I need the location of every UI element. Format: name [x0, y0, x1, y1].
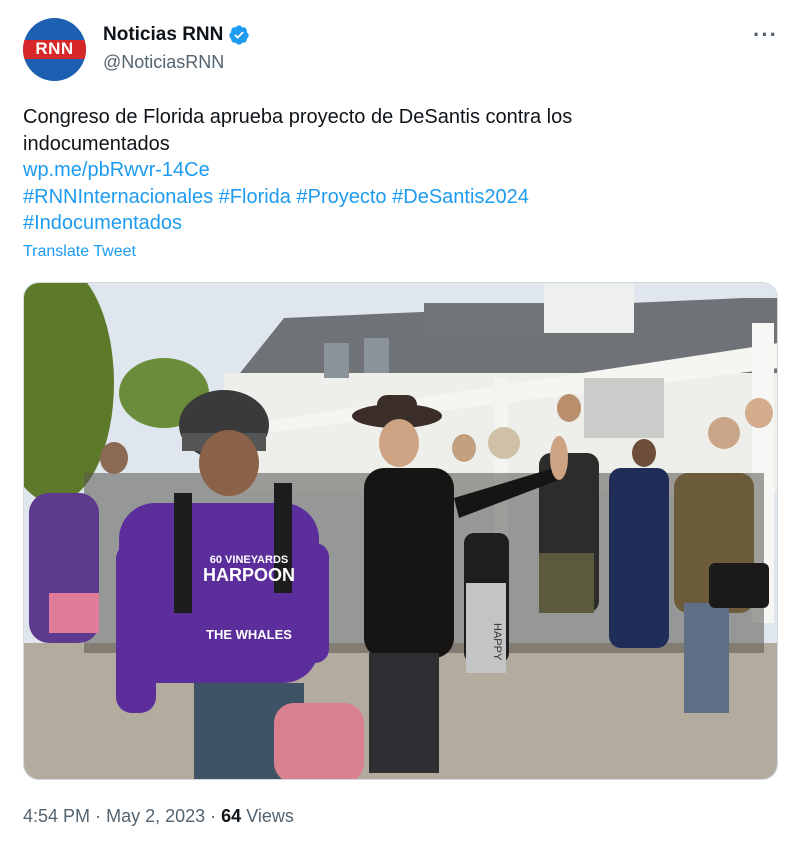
- translate-tweet-link[interactable]: Translate Tweet: [23, 243, 136, 261]
- name-row: Noticias RNN: [103, 24, 250, 46]
- display-name[interactable]: Noticias RNN: [103, 24, 223, 46]
- more-options-icon[interactable]: ···: [753, 22, 778, 48]
- avatar[interactable]: RNN: [23, 18, 86, 81]
- tweet-time[interactable]: 4:54 PM: [23, 806, 90, 826]
- shirt-text-line2: HARPOON: [203, 565, 295, 585]
- hashtag-rnninternacionales[interactable]: #RNNInternacionales: [23, 186, 213, 208]
- tweet-metadata: 4:54 PM · May 2, 2023 · 64 Views: [23, 806, 294, 827]
- photo-scene: 60 VINEYARDS HARPOON THE WHALES HAPPY: [24, 283, 777, 779]
- tweet-text-line1: Congreso de Florida aprueba proyecto de …: [23, 106, 573, 128]
- shirt-text-line3: THE WHALES: [206, 627, 292, 642]
- hashtag-indocumentados[interactable]: #Indocumentados: [23, 212, 182, 234]
- tweet-text-line2: indocumentados: [23, 132, 170, 155]
- views-label: Views: [246, 806, 294, 826]
- tweet-text: Congreso de Florida aprueba proyecto de …: [23, 104, 763, 237]
- hashtag-desantis2024[interactable]: #DeSantis2024: [392, 186, 529, 208]
- hashtag-proyecto[interactable]: #Proyecto: [297, 186, 387, 208]
- hashtag-florida[interactable]: #Florida: [219, 186, 291, 208]
- tweet-date[interactable]: May 2, 2023: [106, 806, 205, 826]
- pants-text: HAPPY: [491, 623, 503, 661]
- tweet-photo[interactable]: 60 VINEYARDS HARPOON THE WHALES HAPPY: [23, 282, 778, 780]
- avatar-logo: RNN: [35, 39, 74, 58]
- verified-badge-icon: [229, 25, 249, 45]
- tweet-link[interactable]: wp.me/pbRwvr-14Ce: [23, 159, 210, 181]
- account-handle[interactable]: @NoticiasRNN: [103, 52, 224, 73]
- meta-separator: ·: [95, 806, 102, 826]
- views-count: 64: [221, 806, 242, 826]
- meta-separator: ·: [210, 806, 217, 826]
